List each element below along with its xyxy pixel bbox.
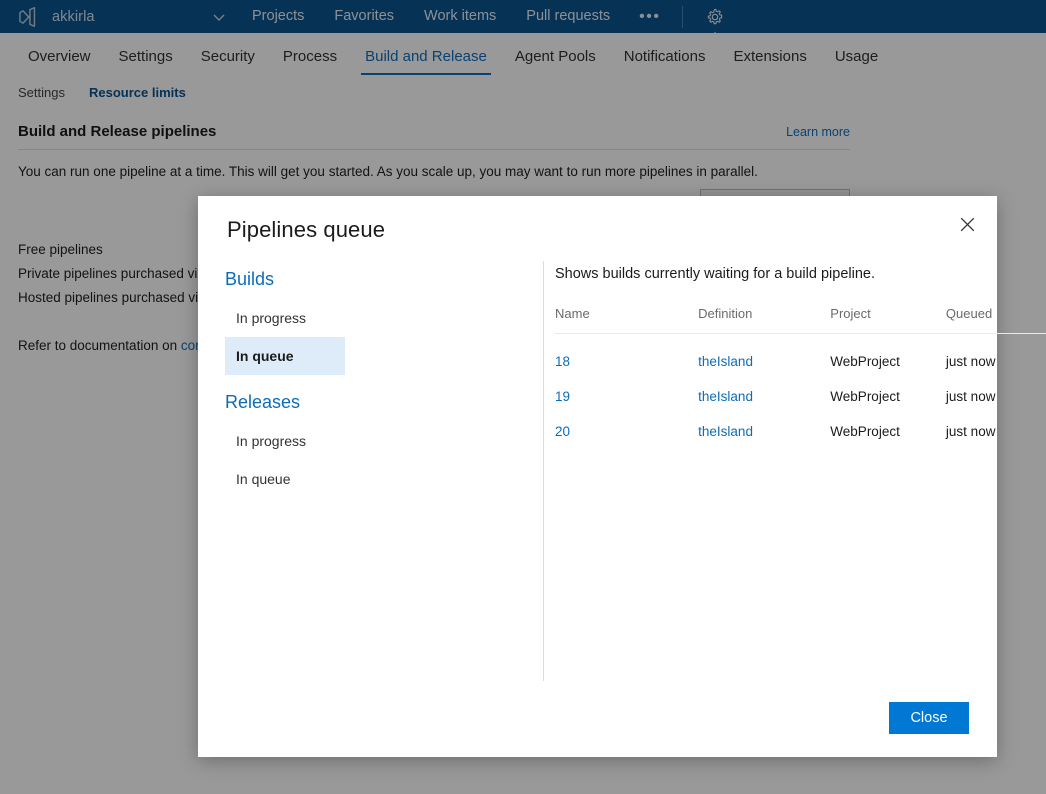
page-root: akkirla Projects Favorites Work items Pu… [0, 0, 1046, 794]
cell-name[interactable]: 20 [555, 404, 698, 439]
cell-queued: just now [945, 424, 996, 439]
table-row[interactable]: 20 theIsland WebProject just now 3 [555, 404, 1046, 439]
cell-queued: just now [945, 354, 996, 369]
queue-description: Shows builds currently waiting for a bui… [555, 266, 875, 282]
cell-name[interactable]: 19 [555, 369, 698, 404]
dialog-sidebar: Builds In progress In queue Releases In … [225, 264, 345, 498]
table-row[interactable]: 19 theIsland WebProject just now 2 [555, 369, 1046, 404]
sidebar-group-builds[interactable]: Builds [225, 264, 345, 295]
column-header-project[interactable]: Project [830, 306, 946, 334]
cell-project: WebProject [830, 424, 900, 439]
cell-project: WebProject [830, 389, 900, 404]
queue-table-header-row: Name Definition Project Queued Position [555, 306, 1046, 334]
column-header-queued[interactable]: Queued [945, 306, 1046, 334]
sidebar-group-releases[interactable]: Releases [225, 387, 345, 418]
close-icon [960, 217, 974, 231]
cell-queued: just now [945, 389, 996, 404]
dialog-panel: Shows builds currently waiting for a bui… [555, 258, 1046, 439]
column-header-definition[interactable]: Definition [698, 306, 831, 334]
cell-definition[interactable]: theIsland [698, 404, 830, 439]
sidebar-item-builds-in-progress[interactable]: In progress [225, 299, 345, 337]
dialog-footer: Close [198, 677, 997, 757]
queue-table-body: 18 theIsland WebProject just now 1 19 th… [555, 334, 1046, 439]
cell-definition[interactable]: theIsland [698, 369, 830, 404]
column-header-name[interactable]: Name [555, 306, 699, 334]
sidebar-item-releases-in-queue[interactable]: In queue [225, 460, 345, 498]
queue-table-head: Name Definition Project Queued Position [555, 306, 1046, 334]
cell-project: WebProject [830, 354, 900, 369]
dialog-body: Builds In progress In queue Releases In … [198, 258, 1046, 698]
queue-table: Name Definition Project Queued Position … [555, 306, 1046, 439]
sidebar-item-releases-in-progress[interactable]: In progress [225, 422, 345, 460]
dialog-close-button[interactable] [951, 208, 983, 240]
sidebar-item-builds-in-queue[interactable]: In queue [225, 337, 345, 375]
cell-name[interactable]: 18 [555, 334, 698, 369]
close-button[interactable]: Close [889, 702, 969, 734]
cell-definition[interactable]: theIsland [698, 334, 830, 369]
dialog-title: Pipelines queue [227, 217, 386, 242]
dialog-vertical-divider [543, 261, 544, 681]
table-row[interactable]: 18 theIsland WebProject just now 1 [555, 334, 1046, 369]
pipelines-queue-dialog: Pipelines queue Builds In progress In qu… [198, 196, 1046, 757]
